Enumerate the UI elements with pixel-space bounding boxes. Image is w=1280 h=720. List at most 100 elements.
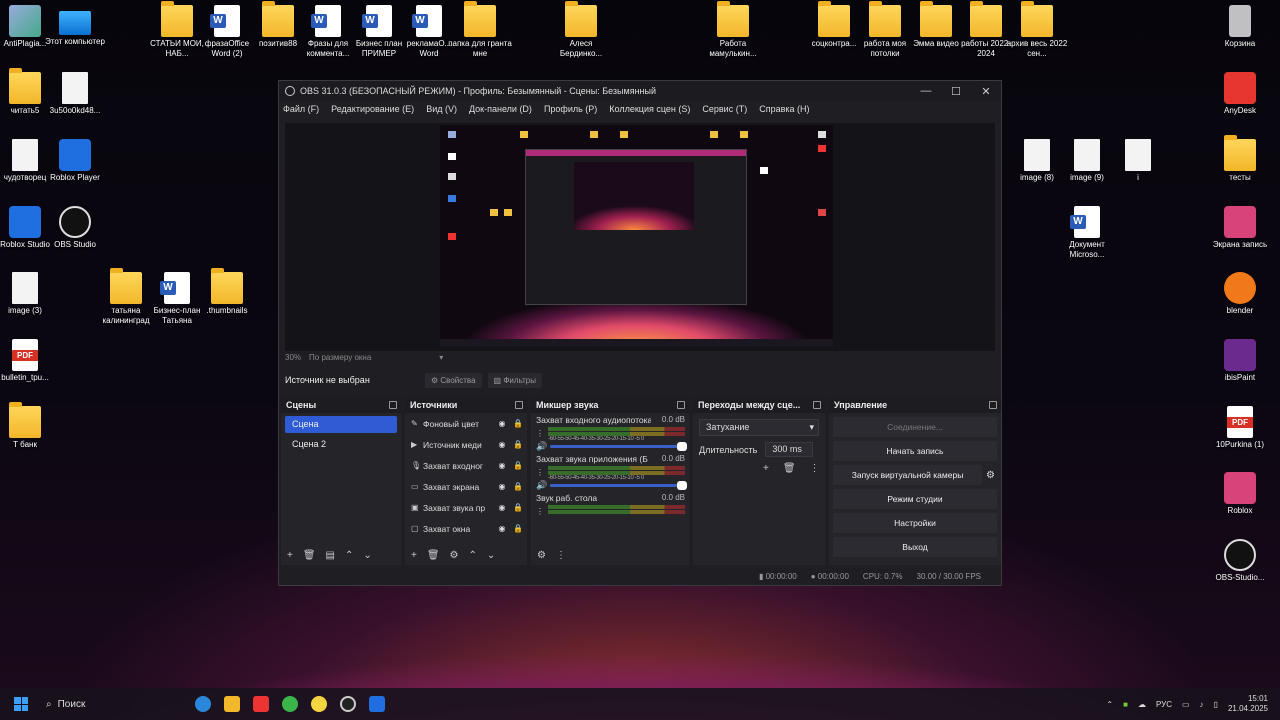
- desktop-icon[interactable]: архив весь 2022 сен...: [1005, 1, 1069, 59]
- source-item[interactable]: ▢ Захват окна ◉ 🔒: [405, 518, 527, 539]
- more-icon[interactable]: ⋮: [810, 463, 820, 474]
- lock-icon[interactable]: 🔒: [513, 503, 523, 512]
- volume-slider[interactable]: [550, 481, 687, 490]
- menu-scene-collection[interactable]: Коллекция сцен (S): [609, 104, 690, 114]
- menu-docks[interactable]: Док-панели (D): [469, 104, 532, 114]
- scene-item[interactable]: Сцена: [285, 416, 397, 433]
- desktop-icon[interactable]: папка для гранта мне: [448, 1, 512, 59]
- menu-file[interactable]: Файл (F): [283, 104, 319, 114]
- add-icon[interactable]: +: [411, 550, 417, 561]
- filters-button[interactable]: ▧ Фильтры: [487, 372, 542, 388]
- desktop-icon[interactable]: Экрана запись: [1208, 206, 1272, 250]
- source-item[interactable]: ✎ Фоновый цвет ◉ 🔒: [405, 413, 527, 434]
- transition-select[interactable]: Затухание ▾: [699, 419, 819, 436]
- slider-handle[interactable]: [677, 442, 687, 451]
- source-item[interactable]: ▭ Захват экрана ◉ 🔒: [405, 476, 527, 497]
- duration-input[interactable]: 300 ms: [765, 442, 814, 457]
- cloud-icon[interactable]: ☁: [1138, 700, 1146, 709]
- desktop-icon[interactable]: 10Purkina (1): [1208, 406, 1272, 450]
- move-up-icon[interactable]: ⌃: [345, 550, 353, 561]
- nvidia-icon[interactable]: ■: [1123, 700, 1128, 709]
- source-item[interactable]: 🎙 Захват входног ◉ 🔒: [405, 455, 527, 476]
- more-icon[interactable]: ⋮: [536, 468, 548, 477]
- gear-icon[interactable]: ⚙: [450, 550, 459, 561]
- desktop-icon[interactable]: ibisPaint: [1208, 339, 1272, 383]
- settings-button[interactable]: Настройки: [833, 513, 997, 533]
- minimize-button[interactable]: —: [911, 85, 941, 97]
- speaker-icon[interactable]: 🔊: [536, 441, 550, 452]
- maximize-button[interactable]: ☐: [941, 85, 971, 98]
- chrome-icon[interactable]: [282, 696, 298, 712]
- add-icon[interactable]: +: [287, 550, 293, 561]
- lock-icon[interactable]: 🔒: [513, 482, 523, 491]
- desktop-icon[interactable]: Roblox: [1208, 472, 1272, 516]
- menu-help[interactable]: Справка (H): [759, 104, 809, 114]
- desktop-icon[interactable]: Этот компьютер: [43, 5, 107, 47]
- undock-icon[interactable]: [677, 401, 685, 409]
- source-item[interactable]: ▶ Источник меди ◉ 🔒: [405, 434, 527, 455]
- gear-icon[interactable]: ⚙: [986, 470, 995, 481]
- menu-view[interactable]: Вид (V): [426, 104, 457, 114]
- battery-icon[interactable]: ▯: [1214, 700, 1218, 709]
- desktop-icon[interactable]: OBS Studio: [43, 206, 107, 250]
- slider-handle[interactable]: [677, 481, 687, 490]
- trash-icon[interactable]: 🗑: [427, 550, 440, 561]
- undock-icon[interactable]: [515, 401, 523, 409]
- preview-area[interactable]: [285, 123, 995, 351]
- desktop-icon[interactable]: image (3): [0, 272, 57, 316]
- volume-slider[interactable]: [550, 442, 687, 451]
- desktop-icon[interactable]: Т банк: [0, 402, 57, 450]
- file-explorer-icon[interactable]: [224, 696, 240, 712]
- lock-icon[interactable]: 🔒: [513, 461, 523, 470]
- eye-icon[interactable]: ◉: [497, 482, 507, 491]
- studio-mode-button[interactable]: Режим студии: [833, 489, 997, 509]
- desktop-icon[interactable]: bulletin_tpu...: [0, 339, 57, 383]
- properties-button[interactable]: ⚙ Свойства: [425, 372, 482, 388]
- eye-icon[interactable]: ◉: [497, 419, 507, 428]
- more-icon[interactable]: ⋮: [536, 507, 548, 516]
- obs-taskbar-icon[interactable]: [340, 696, 356, 712]
- undock-icon[interactable]: [989, 401, 997, 409]
- exit-button[interactable]: Выход: [833, 537, 997, 557]
- lock-icon[interactable]: 🔒: [513, 419, 523, 428]
- virtual-camera-button[interactable]: Запуск виртуальной камеры: [833, 465, 983, 485]
- desktop-icon[interactable]: Документ Microso...: [1055, 206, 1119, 260]
- undock-icon[interactable]: [389, 401, 397, 409]
- start-button[interactable]: [14, 697, 28, 711]
- title-bar[interactable]: OBS 31.0.3 (БЕЗОПАСНЫЙ РЕЖИМ) - Профиль:…: [279, 81, 1001, 101]
- desktop-icon[interactable]: OBS-Studio...: [1208, 539, 1272, 583]
- eye-icon[interactable]: ◉: [497, 524, 507, 533]
- move-up-icon[interactable]: ⌃: [469, 550, 477, 561]
- chevron-down-icon[interactable]: ▾: [439, 353, 443, 362]
- scene-item[interactable]: Сцена 2: [285, 436, 397, 453]
- volume-icon[interactable]: ♪: [1200, 700, 1204, 709]
- speaker-icon[interactable]: 🔊: [536, 480, 550, 491]
- filter-icon[interactable]: ▤: [326, 550, 335, 561]
- add-icon[interactable]: +: [763, 463, 769, 474]
- yandex-icon[interactable]: [253, 696, 269, 712]
- roblox-taskbar-icon[interactable]: [369, 696, 385, 712]
- more-icon[interactable]: ⋮: [536, 429, 548, 438]
- start-recording-button[interactable]: Начать запись: [833, 441, 997, 461]
- yandex-browser-icon[interactable]: [311, 696, 327, 712]
- menu-edit[interactable]: Редактирование (E): [331, 104, 414, 114]
- desktop-icon[interactable]: Корзина: [1208, 5, 1272, 49]
- lock-icon[interactable]: 🔒: [513, 440, 523, 449]
- menu-tools[interactable]: Сервис (T): [702, 104, 747, 114]
- edge-icon[interactable]: [195, 696, 211, 712]
- undock-icon[interactable]: [813, 401, 821, 409]
- more-icon[interactable]: ⋮: [556, 550, 566, 561]
- desktop-icon[interactable]: 3u50o0kd48...: [43, 72, 107, 116]
- desktop-icon[interactable]: Roblox Player: [43, 139, 107, 183]
- language-indicator[interactable]: РУС: [1156, 700, 1172, 709]
- desktop-icon[interactable]: Алеся Бердинко...: [549, 1, 613, 59]
- network-icon[interactable]: ▭: [1182, 700, 1190, 709]
- move-down-icon[interactable]: ⌄: [487, 550, 495, 561]
- desktop-icon[interactable]: тесты: [1208, 135, 1272, 183]
- desktop-icon[interactable]: .thumbnails: [195, 268, 259, 316]
- clock[interactable]: 15:01 21.04.2025: [1228, 694, 1268, 714]
- zoom-control[interactable]: 30% По размеру окна ▾: [285, 353, 443, 362]
- move-down-icon[interactable]: ⌄: [363, 550, 371, 561]
- source-item[interactable]: ▣ Захват звука пр ◉ 🔒: [405, 497, 527, 518]
- trash-icon[interactable]: 🗑: [303, 550, 316, 561]
